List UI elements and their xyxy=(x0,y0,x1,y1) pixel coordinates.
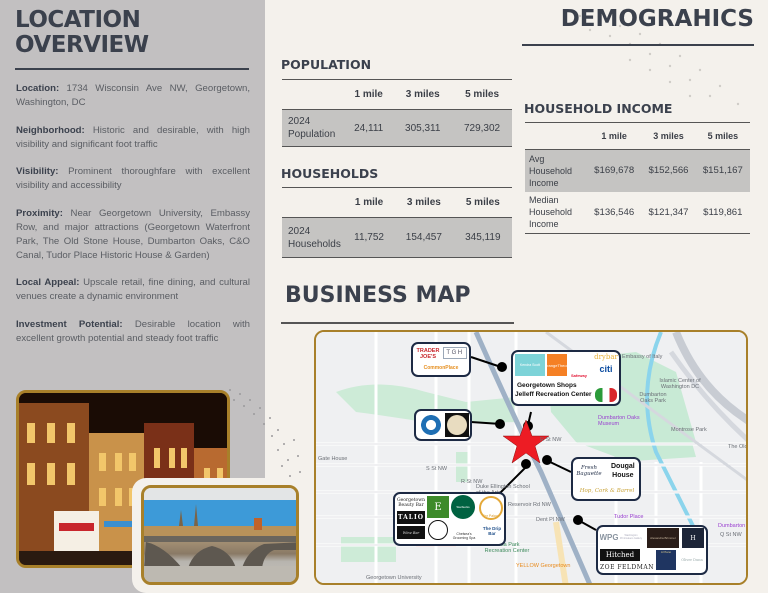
zoe-feldman-logo: ZOE FELDMAN xyxy=(600,563,654,571)
hitched-logo: Hitched xyxy=(600,549,640,561)
eagle-logo: Eagle Academy xyxy=(419,414,443,436)
demographics-title: DEMOGRAHICS xyxy=(560,6,754,32)
map-label-reservoir-rd: Reservoir Rd NW xyxy=(508,502,551,508)
investment-potential-item: Investment Potential: Desirable location… xyxy=(16,318,250,344)
runner-logo: Runner xyxy=(428,520,448,540)
kendra-scott-logo: Kendra Scott xyxy=(515,354,545,376)
map-label-old-stone: The Old xyxy=(728,444,748,450)
business-map-divider xyxy=(281,322,514,324)
map-label-r-st-east: R St NW xyxy=(540,437,562,443)
starbucks-logo: Starbucks xyxy=(451,495,475,519)
callout-georgetown-shops[interactable]: Kendra Scott OrangeTheory Safeway drybar… xyxy=(511,350,621,406)
georgetown-shops-label: Georgetown Shops xyxy=(517,382,577,389)
map-label-embassy-italy: Embassy of Italy xyxy=(622,354,663,360)
location-item: Location: 1734 Wisconsin Ave NW, Georget… xyxy=(16,83,250,108)
map-label-montrose-park: Montrose Park xyxy=(671,427,707,433)
households-title: HOUSEHOLDS xyxy=(281,166,379,181)
map-label-tudor-place: Tudor Place xyxy=(614,514,644,520)
neighborhood-item: Neighborhood: Historic and desirable, wi… xyxy=(16,124,250,150)
safeway-logo: Safeway xyxy=(570,373,587,378)
callout-southwest-group[interactable]: Georgetown Beauty Bar E Starbucks Bar Pa… xyxy=(393,492,506,546)
wpg-logo: WPG xyxy=(600,532,618,542)
map-label-georgetown-university: Georgetown University xyxy=(366,575,422,581)
jelleff-recreation-label: Jelleff Recreation Center xyxy=(515,391,592,398)
table-row: 2024 Households 11,752 154,457 345,119 xyxy=(282,217,512,258)
washington-printmakers-logo: Washington Printmakers Gallery xyxy=(620,534,642,540)
callout-southeast-group[interactable]: WPG Washington Printmakers Gallery Alexa… xyxy=(596,525,708,575)
h-logo: H xyxy=(682,528,704,548)
map-label-q-st: Q St NW xyxy=(720,532,742,538)
commonplace-logo: CommonPlace xyxy=(423,365,459,371)
wine-bar-logo: Wine Bar xyxy=(397,526,425,539)
title-divider xyxy=(15,68,249,70)
fresh-baguette-logo: Fresh Baguette xyxy=(576,465,602,477)
dougal-house-label: Dougal House xyxy=(611,463,635,479)
location-overview-details: Location: 1734 Wisconsin Ave NW, Georget… xyxy=(16,82,250,359)
alexandra-brimmer-logo: Alexandra Brimmer xyxy=(647,528,679,548)
oliver-dunn-logo: Oliver Dunn xyxy=(681,558,703,562)
map-label-gate-house: Gate House xyxy=(318,456,348,462)
map-label-s-st: S St NW xyxy=(426,466,448,472)
table-row: Median Household Income $136,546 $121,347 … xyxy=(525,191,750,234)
e-logo: E xyxy=(427,496,449,518)
beauty-bar-logo: Georgetown Beauty Bar xyxy=(397,498,425,508)
local-appeal-item: Local Appeal: Upscale retail, fine dinin… xyxy=(16,277,250,302)
bar-palace-logo: Bar Palace xyxy=(479,496,503,520)
map-label-dumbarton-museum: Dumbarton Oaks Museum xyxy=(598,415,640,427)
table-header-row: 1 mile 3 miles 5 miles xyxy=(282,79,512,110)
hop-cork-barrel-logo: Hop, Cork & Barrel xyxy=(579,488,635,494)
demographics-divider xyxy=(522,44,754,46)
orangetheory-logo: OrangeTheory xyxy=(547,354,567,376)
callout-trader-joes-group[interactable]: TRADER JOE'S TGH CommonPlace xyxy=(411,342,471,377)
map-label-dent-pl: Dent Pl NW xyxy=(536,517,565,523)
talio-logo: TALIO xyxy=(397,511,425,524)
proximity-item: Proximity: Near Georgetown University, E… xyxy=(16,207,250,261)
tgh-logo: TGH xyxy=(443,347,467,359)
map-label-islamic-center: Islamic Center of Washington DC xyxy=(659,378,701,390)
key-bridge-photo xyxy=(141,485,299,585)
grooming-spa-logo: Chelsea's Grooming Spa xyxy=(452,532,476,540)
households-table: 1 mile 3 miles 5 miles 2024 Households 11… xyxy=(282,187,512,258)
table-header-row: 1 mile 3 miles 5 miles xyxy=(282,187,512,218)
drip-bar-logo: The Drip Bar xyxy=(482,526,502,536)
map-label-dumbarton-oaks-park: Dumbarton Oaks Park xyxy=(639,392,667,404)
business-map[interactable]: Gate House S St NW R St NW R St NW Duke … xyxy=(314,330,748,585)
table-row: Avg Household Income $169,678 $152,566 $15… xyxy=(525,149,750,192)
a-piano-logo: A Piano xyxy=(656,550,676,570)
citi-logo: citi xyxy=(599,364,613,374)
location-overview-title: LOCATION OVERVIEW xyxy=(15,7,149,58)
business-map-title: BUSINESS MAP xyxy=(285,283,471,308)
callout-dougal-house[interactable]: Fresh Baguette Dougal House Hop, Cork & B… xyxy=(571,457,641,501)
pizzeria-logo: Pizzeria xyxy=(595,388,617,402)
household-income-title: HOUSEHOLD INCOME xyxy=(524,101,673,116)
trader-joes-logo: TRADER JOE'S xyxy=(416,348,440,360)
household-income-table: 1 mile 3 miles 5 miles Avg Household Incom… xyxy=(525,122,750,234)
seal-logo: Seal xyxy=(445,413,469,437)
visibility-item: Visibility: Prominent thoroughfare with … xyxy=(16,166,250,191)
map-label-yellow-georgetown: YELLOW Georgetown xyxy=(516,563,571,569)
table-row: 2024 Population 24,111 305,311 729,302 xyxy=(282,109,512,147)
population-title: POPULATION xyxy=(281,57,372,72)
drybar-logo: drybar xyxy=(594,353,618,361)
callout-west-group[interactable]: Eagle Academy Seal xyxy=(414,409,472,441)
population-table: 1 mile 3 miles 5 miles 2024 Population 24… xyxy=(282,79,512,147)
table-header-row: 1 mile 3 miles 5 miles xyxy=(525,122,750,150)
map-label-dumbarton-house: Dumbarton House xyxy=(718,523,746,529)
